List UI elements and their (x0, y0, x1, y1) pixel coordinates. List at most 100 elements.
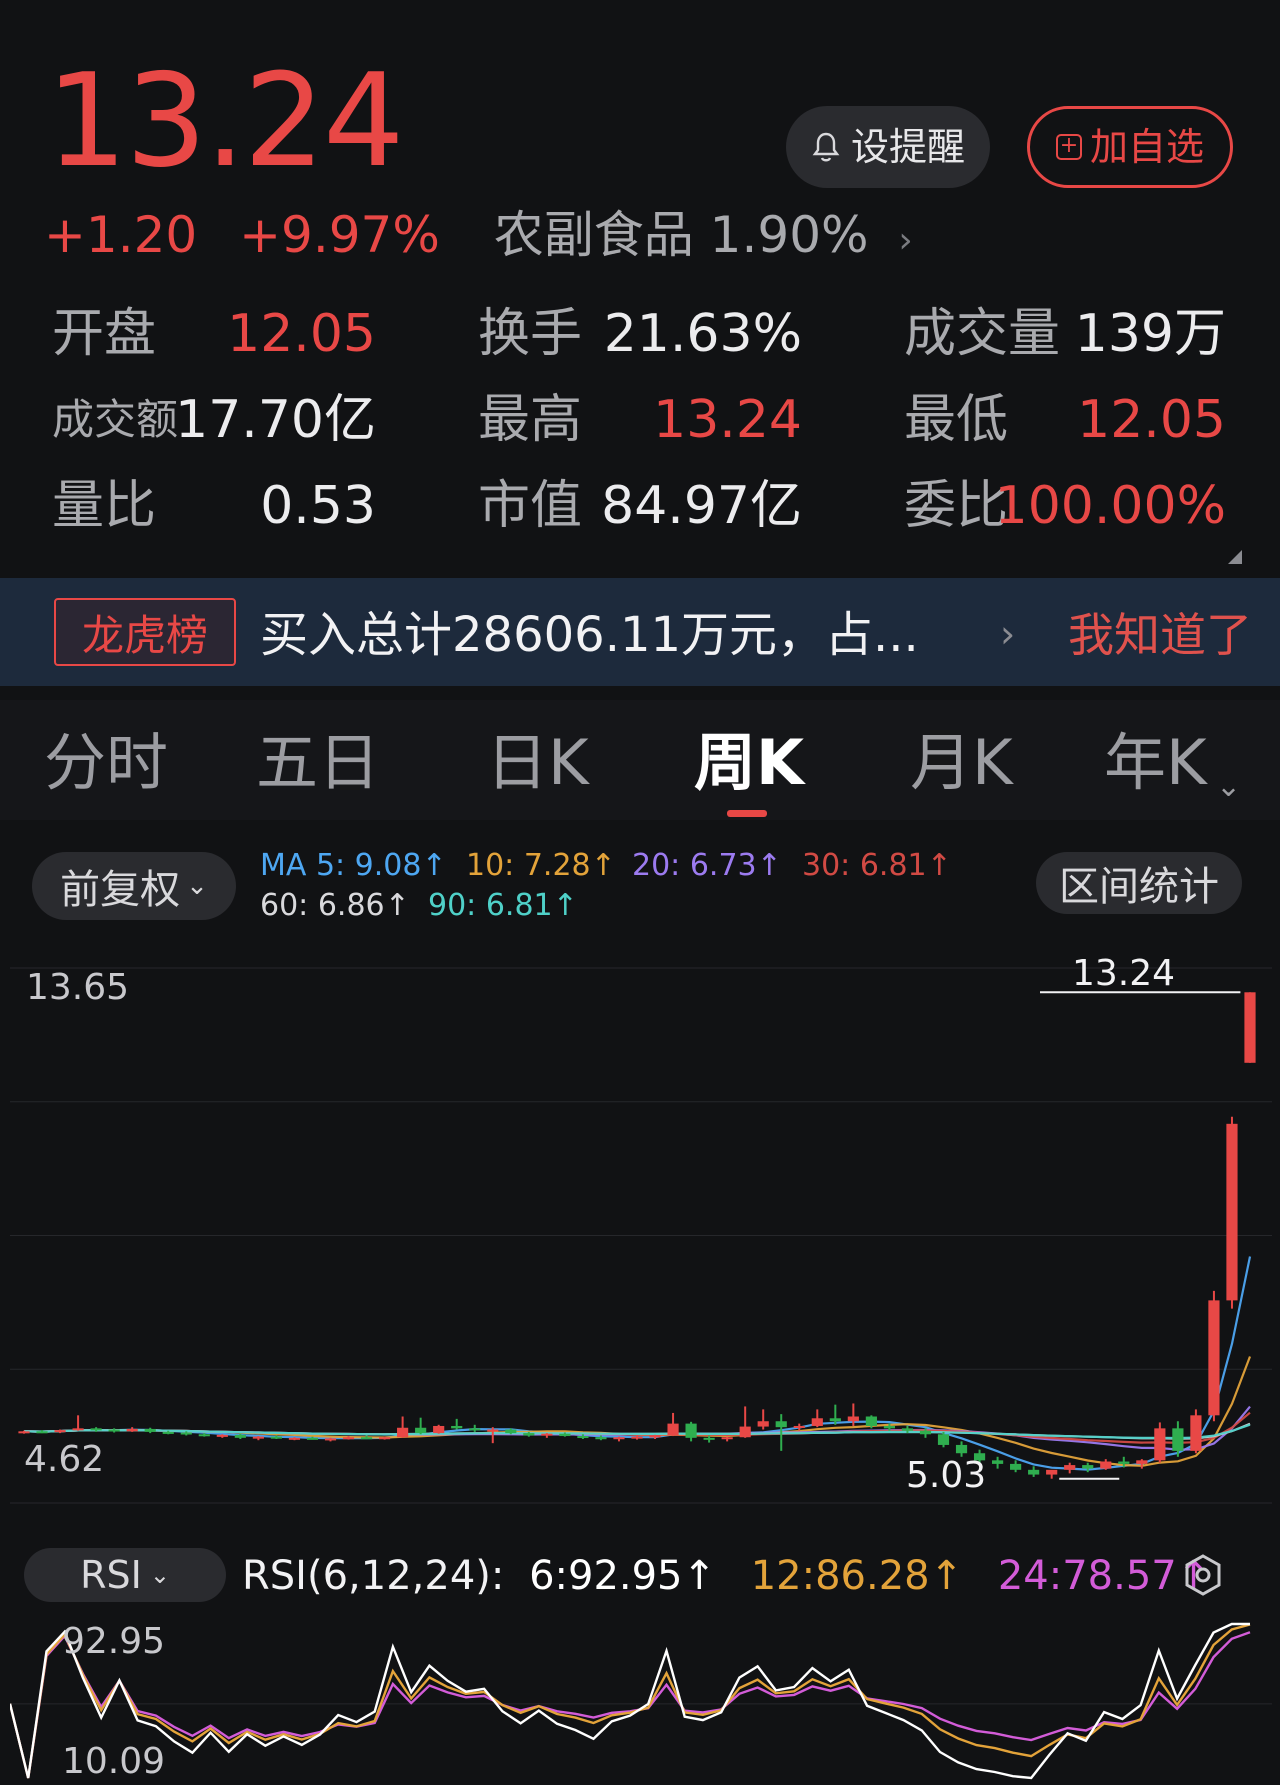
candle-body (1172, 1428, 1184, 1451)
candle-body (126, 1428, 138, 1432)
rsi6-line (10, 1622, 1250, 1780)
candle-body (577, 1436, 589, 1439)
range-stats-button[interactable]: 区间统计 (1036, 852, 1242, 914)
candle-body (54, 1430, 66, 1433)
candle-body (955, 1444, 968, 1454)
candle-body (306, 1437, 319, 1440)
candle-body (216, 1434, 228, 1437)
tab-item[interactable]: 年K (1104, 728, 1207, 798)
candle-body (865, 1416, 877, 1426)
settings-icon[interactable] (1180, 1552, 1226, 1598)
ma-label: 90: 6.81↑ (428, 888, 578, 923)
candle-body (324, 1438, 337, 1441)
rsi6-value: 6:92.95↑ (529, 1553, 717, 1599)
candle-body (1244, 992, 1256, 1063)
candle-body (1028, 1469, 1040, 1475)
candle-body (829, 1418, 841, 1422)
candle-body (757, 1421, 769, 1427)
candle-body (1226, 1123, 1238, 1301)
candlestick-chart[interactable] (10, 938, 1272, 1530)
expand-corner-icon[interactable] (1228, 550, 1242, 564)
candle-body (288, 1437, 301, 1440)
candle-body (703, 1437, 715, 1440)
price-change-pct: +9.97% (239, 206, 440, 264)
candle-body (252, 1436, 264, 1439)
candle-body (1010, 1463, 1022, 1470)
tab-item[interactable]: 分时 (44, 728, 168, 798)
candle-body (559, 1433, 571, 1437)
set-alert-label: 设提醒 (850, 125, 965, 169)
candle-body (72, 1428, 84, 1431)
chevron-down-icon: ⌄ (186, 871, 208, 901)
candle-body (1208, 1300, 1220, 1416)
dismiss-banner-button[interactable]: 我知道了 (1068, 605, 1252, 665)
candle-body (541, 1433, 553, 1436)
tab-item[interactable]: 五日 (256, 728, 380, 798)
stat-value: 100.00% (994, 476, 1226, 536)
high-marker-label: 13.24 (1072, 953, 1176, 994)
indicator-select[interactable]: RSI ⌄ (24, 1548, 226, 1602)
candle-body (649, 1435, 661, 1438)
candle-body (883, 1425, 896, 1429)
candle-body (1064, 1465, 1076, 1470)
candle-body (613, 1437, 625, 1440)
rsi-chart[interactable] (10, 1616, 1272, 1785)
candle-body (793, 1425, 805, 1428)
tab-item[interactable]: 月K (910, 728, 1013, 798)
stat-value: 0.53 (260, 476, 376, 536)
last-price: 13.24 (46, 47, 404, 196)
candle-body (739, 1426, 751, 1438)
banner-text[interactable]: 买入总计28606.11万元，占... (260, 605, 919, 665)
set-alert-button[interactable]: 设提醒 (786, 106, 990, 188)
add-watchlist-label: 加自选 (1089, 125, 1204, 169)
price-adjust-select[interactable]: 前复权 ⌄ (32, 852, 236, 920)
candle-body (1136, 1460, 1148, 1464)
rsi-axis-top-label: 92.95 (62, 1621, 166, 1662)
ma-label: MA 5: 9.08↑ (260, 848, 447, 883)
banner-tag: 龙虎榜 (54, 598, 236, 666)
tab-item[interactable]: 周K (694, 728, 804, 798)
candle-body (991, 1460, 1004, 1464)
candle-body (1082, 1465, 1094, 1469)
candle-body (90, 1428, 102, 1431)
sector-link[interactable]: 农副食品 1.90% (494, 206, 869, 264)
chevron-right-icon[interactable]: › (898, 220, 912, 261)
ma-label: 20: 6.73↑ (632, 848, 782, 883)
candle-body (811, 1418, 823, 1426)
price-change: +1.20 (44, 206, 198, 264)
rsi12-line (10, 1623, 1251, 1779)
change-line: +1.20 +9.97% 农副食品 1.90% › (44, 205, 913, 271)
candle-body (505, 1429, 517, 1434)
ma-label: 60: 6.86↑ (260, 888, 410, 923)
candle-body (36, 1431, 48, 1434)
candle-body (847, 1416, 859, 1422)
rsi24-line (10, 1631, 1251, 1779)
plus-box-icon: + (1055, 134, 1082, 160)
candle-body (433, 1425, 445, 1434)
stat-value: 13.24 (653, 390, 802, 450)
rsi12-value: 12:86.28↑ (750, 1553, 964, 1599)
candle-body (234, 1434, 246, 1438)
candle-body (415, 1427, 427, 1434)
chevron-right-icon[interactable]: › (1000, 612, 1015, 656)
candle-body (667, 1423, 679, 1436)
ma-label: 30: 6.81↑ (802, 848, 952, 883)
tab-item[interactable]: 日K (486, 728, 589, 798)
rsi24-value: 24:78.57↑ (997, 1553, 1211, 1599)
candle-body (144, 1428, 156, 1432)
chevron-down-icon[interactable]: ⌄ (1216, 752, 1241, 822)
add-watchlist-button[interactable]: + 加自选 (1027, 106, 1233, 188)
candle-body (360, 1437, 373, 1440)
candle-body (919, 1430, 932, 1435)
rsi-axis-bottom-label: 10.09 (62, 1741, 166, 1782)
candle-body (685, 1423, 697, 1438)
candle-body (397, 1427, 409, 1438)
price-adjust-label: 前复权 (60, 867, 181, 913)
chevron-down-icon: ⌄ (149, 1561, 170, 1589)
candle-body (469, 1428, 481, 1431)
candle-body (198, 1434, 210, 1437)
candle-body (180, 1432, 192, 1435)
bell-icon (812, 132, 840, 162)
stat-value: 139万 (1074, 304, 1226, 364)
low-marker-label: 5.03 (906, 1455, 987, 1496)
